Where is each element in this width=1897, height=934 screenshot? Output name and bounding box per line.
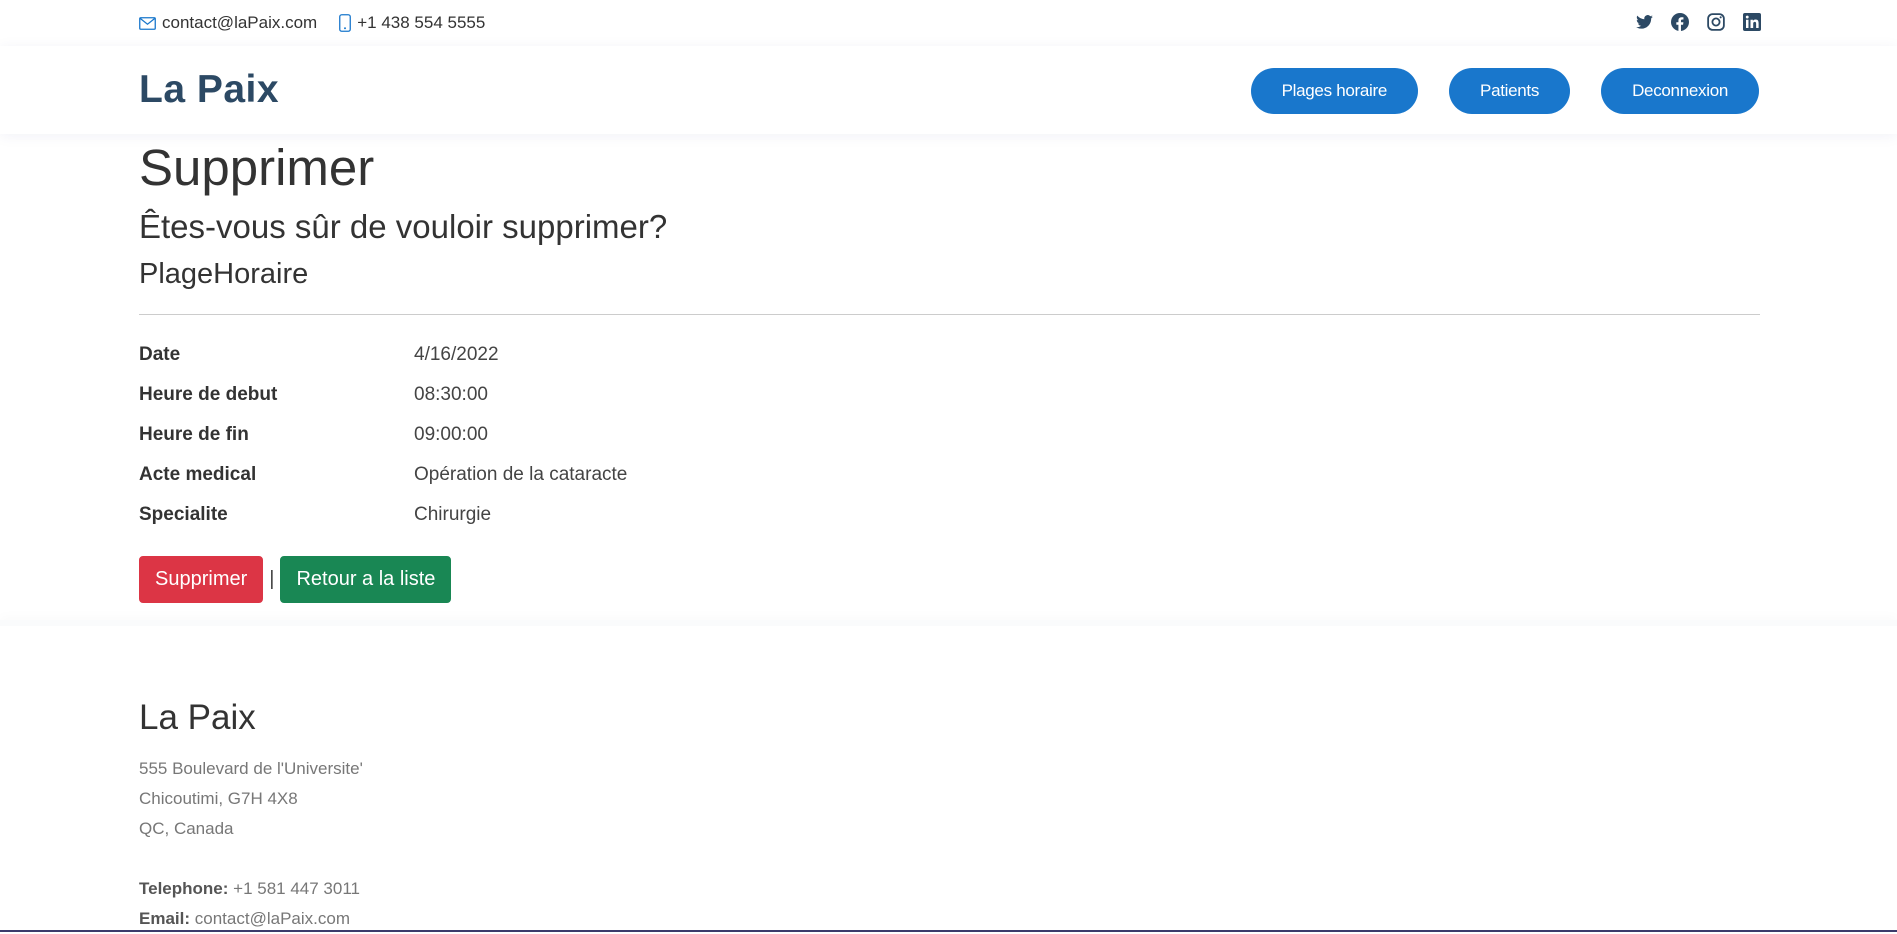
- detail-label: Heure de debut: [139, 384, 278, 405]
- address-line: 555 Boulevard de l'Universite': [139, 759, 363, 778]
- contact-email[interactable]: contact@laPaix.com: [139, 13, 317, 33]
- delete-button[interactable]: Supprimer: [139, 556, 264, 603]
- email-value[interactable]: contact@laPaix.com: [195, 909, 350, 928]
- envelope-icon: [139, 16, 156, 30]
- contact-phone[interactable]: +1 438 554 5555: [339, 13, 485, 33]
- detail-value: Opération de la cataracte: [414, 464, 628, 485]
- site-footer: La Paix 555 Boulevard de l'Universite' C…: [0, 620, 1897, 932]
- detail-label: Specialite: [139, 504, 228, 525]
- main-nav: Plages horaire Patients Deconnexion: [1250, 68, 1759, 114]
- details-list: Date 4/16/2022 Heure de debut 08:30:00 H…: [139, 338, 1760, 538]
- detail-row-date: Date 4/16/2022: [139, 338, 1760, 378]
- detail-value: 08:30:00: [414, 384, 488, 405]
- detail-row-acte-medical: Acte medical Opération de la cataracte: [139, 458, 1760, 498]
- nav-deconnexion-button[interactable]: Deconnexion: [1601, 68, 1759, 114]
- back-to-list-link[interactable]: Retour a la liste: [280, 556, 452, 603]
- action-separator: |: [269, 568, 275, 590]
- address-line: Chicoutimi, G7H 4X8: [139, 789, 298, 808]
- detail-value: Chirurgie: [414, 504, 492, 525]
- footer-address: 555 Boulevard de l'Universite' Chicoutim…: [139, 754, 363, 934]
- address-line: QC, Canada: [139, 819, 234, 838]
- detail-row-heure-debut: Heure de debut 08:30:00: [139, 378, 1760, 418]
- detail-value: 4/16/2022: [414, 344, 499, 365]
- detail-label: Heure de fin: [139, 424, 249, 445]
- entity-name: PlageHoraire: [139, 258, 309, 290]
- linkedin-icon[interactable]: [1743, 13, 1761, 31]
- telephone-label: Telephone:: [139, 879, 229, 898]
- phone-icon: [339, 14, 352, 32]
- detail-label: Acte medical: [139, 464, 257, 485]
- nav-plages-horaire-button[interactable]: Plages horaire: [1250, 68, 1419, 114]
- detail-label: Date: [139, 344, 181, 365]
- site-header: La Paix Plages horaire Patients Deconnex…: [0, 46, 1897, 134]
- form-actions: Supprimer | Retour a la liste: [139, 556, 452, 603]
- contact-phone-text: +1 438 554 5555: [357, 13, 486, 32]
- address-spacer: [139, 844, 363, 874]
- detail-value: 09:00:00: [414, 424, 488, 445]
- instagram-icon[interactable]: [1707, 13, 1725, 31]
- page-title: Supprimer: [139, 139, 375, 196]
- footer-brand: La Paix: [139, 698, 256, 737]
- contact-info: contact@laPaix.com +1 438 554 5555: [139, 13, 485, 33]
- contact-email-text: contact@laPaix.com: [162, 13, 318, 32]
- footer-band: [0, 620, 1897, 626]
- footer-telephone: Telephone: +1 581 447 3011: [139, 874, 363, 904]
- detail-row-specialite: Specialite Chirurgie: [139, 498, 1760, 538]
- facebook-icon[interactable]: [1671, 13, 1689, 31]
- nav-patients-button[interactable]: Patients: [1449, 68, 1571, 114]
- site-logo[interactable]: La Paix: [139, 68, 279, 112]
- email-label: Email:: [139, 909, 191, 928]
- top-bar: contact@laPaix.com +1 438 554 5555: [0, 0, 1897, 46]
- confirm-question: Êtes-vous sûr de vouloir supprimer?: [139, 208, 668, 245]
- social-links: [1635, 13, 1761, 31]
- divider: [139, 314, 1760, 315]
- detail-row-heure-fin: Heure de fin 09:00:00: [139, 418, 1760, 458]
- twitter-icon[interactable]: [1635, 13, 1653, 31]
- telephone-value: +1 581 447 3011: [233, 879, 360, 898]
